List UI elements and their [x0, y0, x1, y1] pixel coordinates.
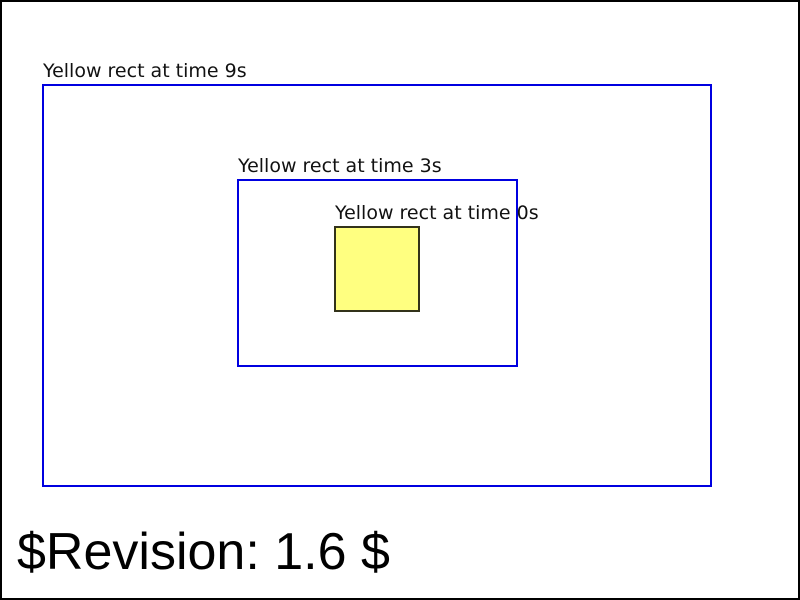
svg-test-frame: Yellow rect at time 9s Yellow rect at ti… [0, 0, 800, 600]
yellow-rect-time-0s [334, 226, 420, 312]
label-time-9s: Yellow rect at time 9s [43, 60, 247, 82]
label-time-0s: Yellow rect at time 0s [335, 202, 539, 224]
revision-text: $Revision: 1.6 $ [17, 523, 390, 581]
label-time-3s: Yellow rect at time 3s [238, 155, 442, 177]
